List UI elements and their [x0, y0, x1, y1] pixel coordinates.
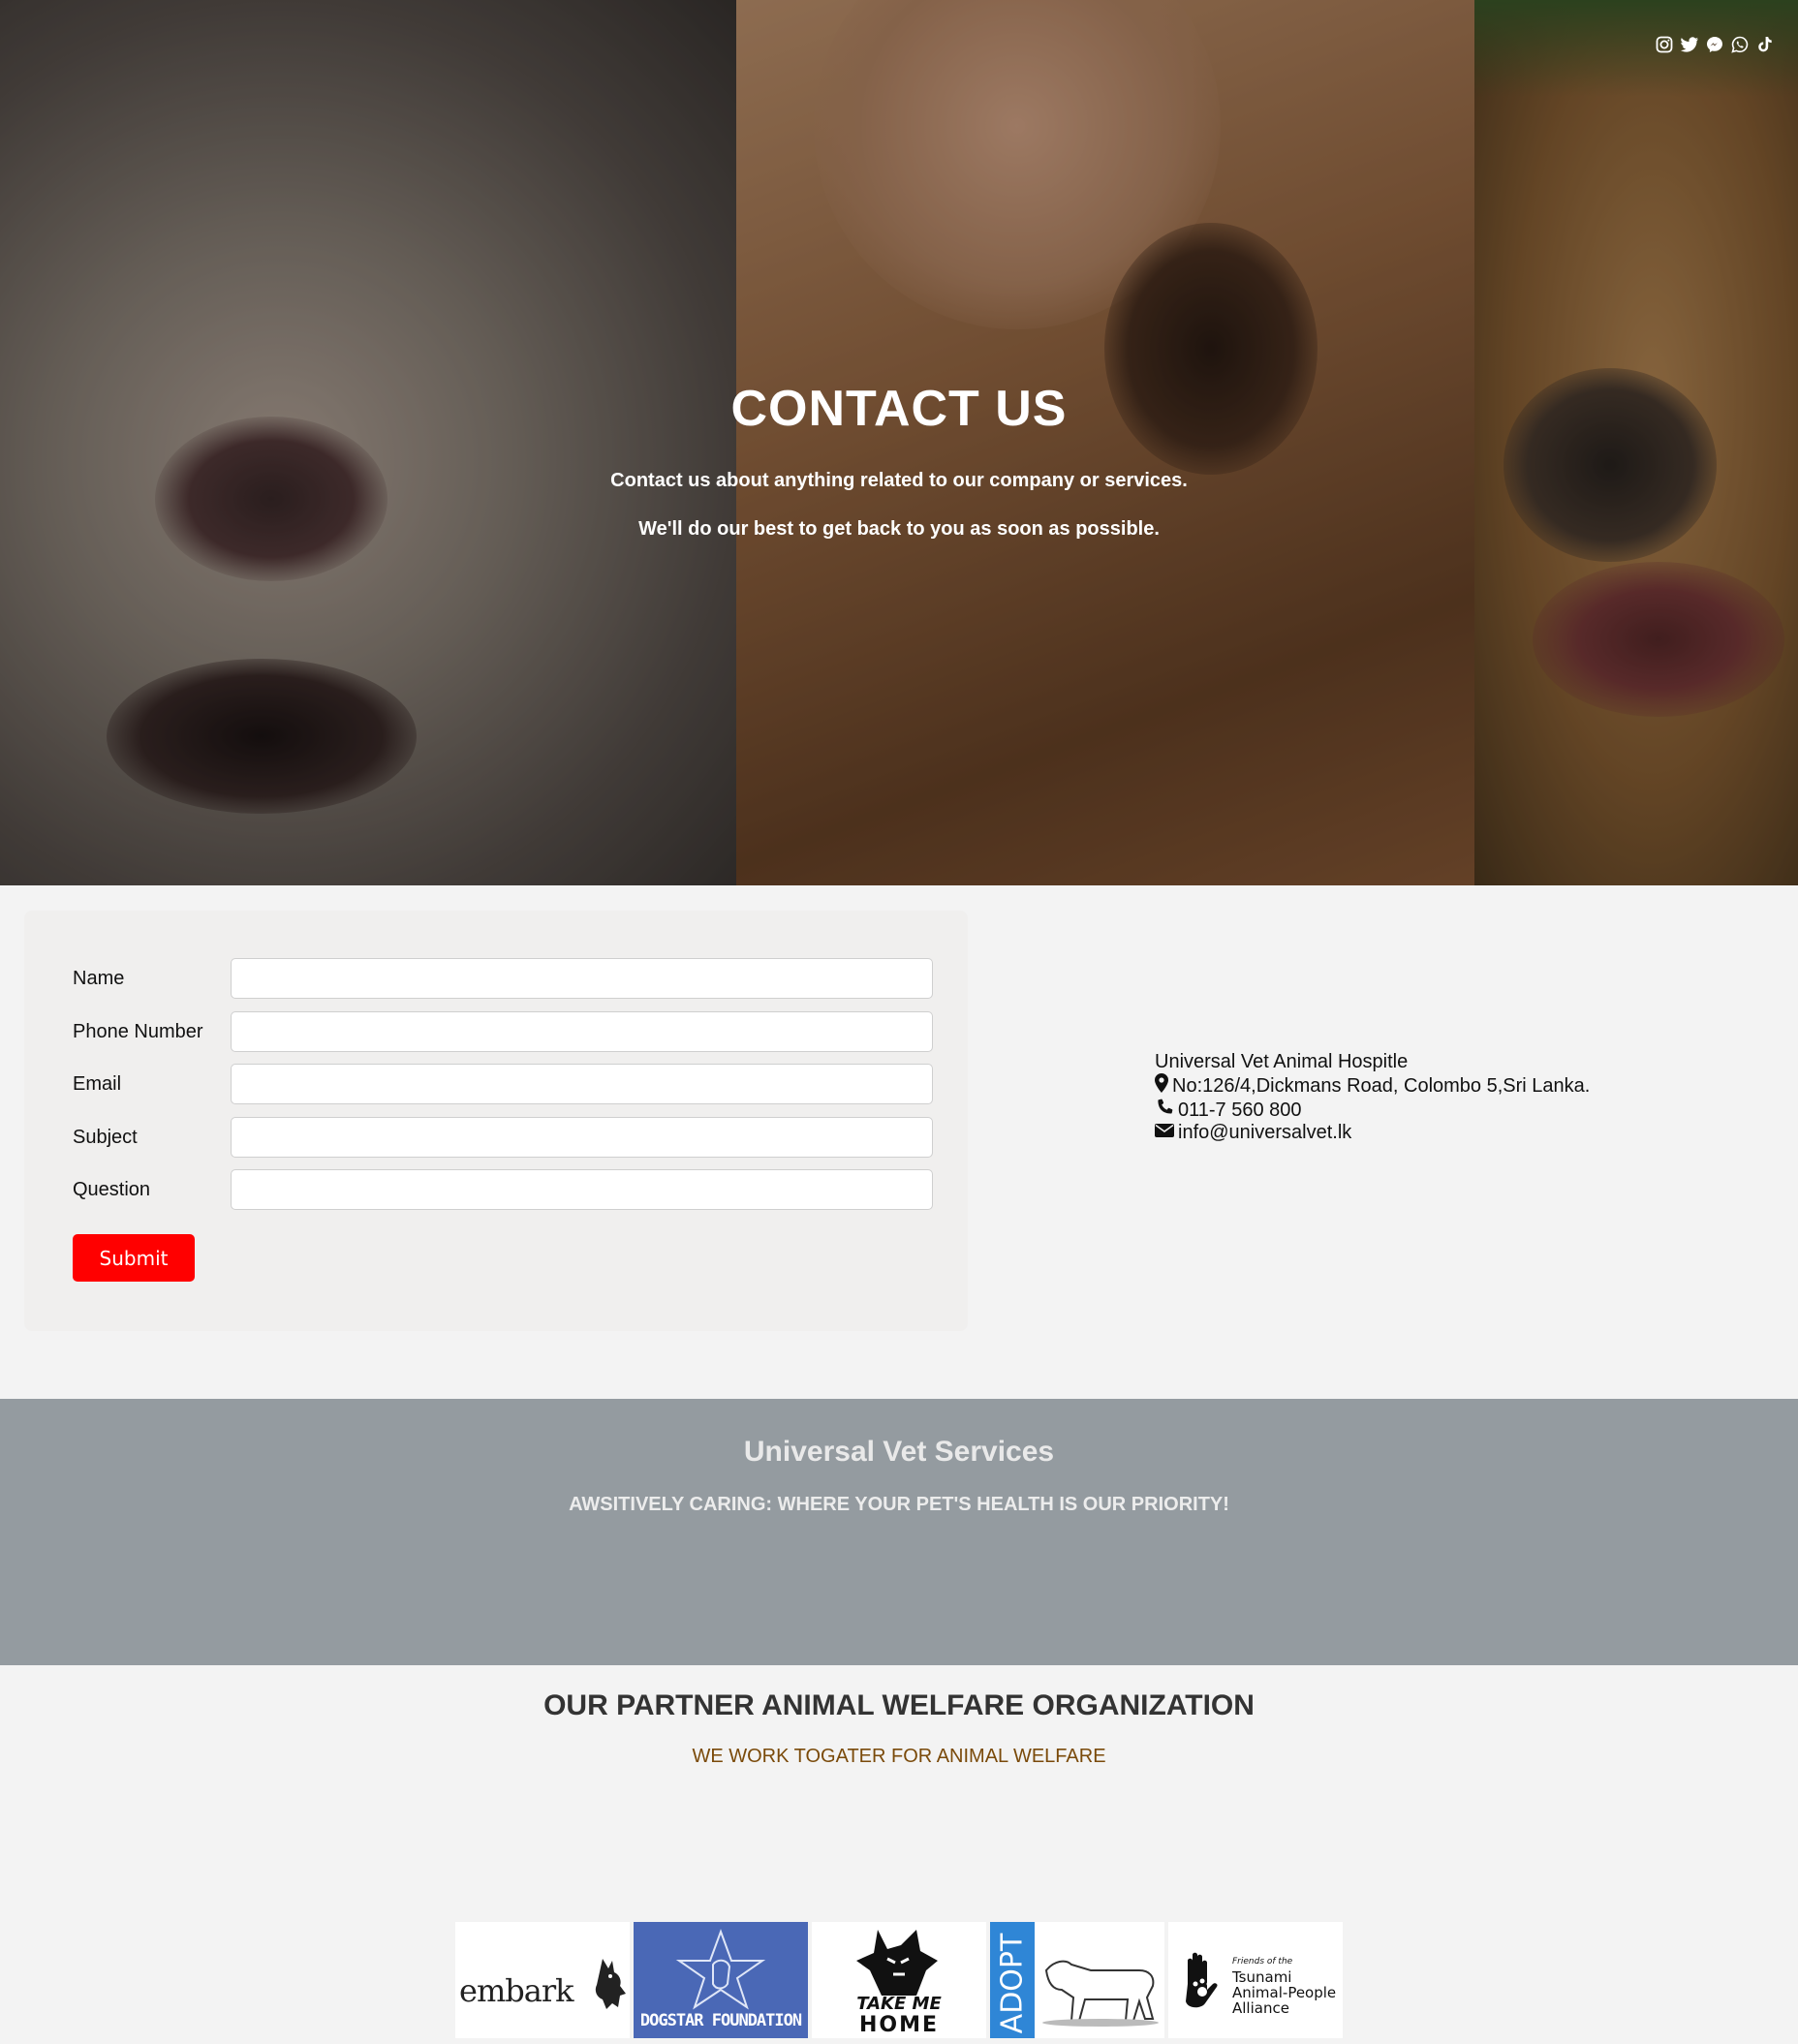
phone-text: 011-7 560 800	[1178, 1099, 1302, 1121]
email-label: Email	[73, 1073, 122, 1095]
phone-icon	[1155, 1099, 1174, 1122]
map-marker-icon	[1155, 1073, 1168, 1099]
hero-description-line-2: We'll do our best to get back to you as …	[638, 518, 1160, 540]
email-line: info@universalvet.lk	[1155, 1122, 1590, 1144]
take-me-home-dog-icon	[856, 1930, 938, 1996]
adopt-dog-icon	[1042, 1960, 1159, 2027]
services-section: Universal Vet Services AWSITIVELY CARING…	[0, 1399, 1798, 1665]
form-row-email: Email	[73, 1064, 935, 1104]
form-row-subject: Subject	[73, 1117, 935, 1158]
subject-input[interactable]	[231, 1117, 933, 1158]
partners-title: OUR PARTNER ANIMAL WELFARE ORGANIZATION	[543, 1689, 1255, 1721]
phone-line: 011-7 560 800	[1155, 1099, 1590, 1122]
adopt-banner: ADOPT	[990, 1922, 1035, 2038]
email-input[interactable]	[231, 1064, 933, 1104]
partner-logo-tsunami-alliance[interactable]: Friends of the Tsunami Animal-People All…	[1168, 1922, 1343, 2038]
phone-number-input[interactable]	[231, 1011, 933, 1052]
envelope-icon	[1155, 1122, 1174, 1144]
whatsapp-icon[interactable]	[1730, 35, 1750, 54]
contact-form: Name Phone Number Email Subject Question…	[24, 911, 968, 1331]
partner-logo-dogstar[interactable]: DOGSTAR FOUNDATION	[634, 1922, 808, 2038]
adopt-wordmark: ADOPT	[995, 1933, 1030, 2034]
messenger-icon[interactable]	[1705, 35, 1724, 54]
partner-logo-take-me-home[interactable]: TAKE ME HOME	[812, 1922, 986, 2038]
hospital-name: Universal Vet Animal Hospitle	[1155, 1051, 1409, 1072]
dogstar-wordmark: DOGSTAR FOUNDATION	[639, 2011, 802, 2030]
instagram-icon[interactable]	[1655, 35, 1674, 54]
partner-logo-embark[interactable]: embark	[455, 1922, 630, 2038]
embark-wordmark: embark	[459, 1972, 574, 2009]
hero-overlay	[0, 0, 1798, 885]
form-row-name: Name	[73, 958, 935, 999]
address-line: No:126/4,Dickmans Road, Colombo 5,Sri La…	[1155, 1073, 1590, 1099]
question-label: Question	[73, 1179, 151, 1200]
partner-logos: embark DOGSTAR FOUNDATION TAKE ME HOME A…	[455, 1922, 1343, 2038]
partners-subtitle: WE WORK TOGATER FOR ANIMAL WELFARE	[692, 1746, 1106, 1767]
hero-banner: CONTACT US Contact us about anything rel…	[0, 0, 1798, 885]
partner-logo-adopt[interactable]: ADOPT	[990, 1922, 1164, 2038]
email-text[interactable]: info@universalvet.lk	[1178, 1122, 1351, 1144]
hospital-name-line: Universal Vet Animal Hospitle	[1155, 1051, 1590, 1073]
contact-info: Universal Vet Animal Hospitle No:126/4,D…	[1155, 1051, 1590, 1144]
services-tagline: AWSITIVELY CARING: WHERE YOUR PET'S HEAL…	[569, 1494, 1229, 1515]
hand-paw-icon	[1186, 1952, 1218, 2008]
name-label: Name	[73, 968, 125, 989]
address-text: No:126/4,Dickmans Road, Colombo 5,Sri La…	[1172, 1074, 1591, 1097]
form-row-question: Question	[73, 1169, 935, 1210]
subject-label: Subject	[73, 1127, 138, 1148]
twitter-icon[interactable]	[1680, 35, 1699, 54]
tapa-line-4: Alliance	[1232, 1999, 1289, 2017]
dogstar-star-icon	[675, 1929, 766, 2010]
hero-description-line-1: Contact us about anything related to our…	[610, 470, 1188, 491]
name-input[interactable]	[231, 958, 933, 999]
take-me-home-line-2: HOME	[858, 2013, 940, 2037]
submit-button[interactable]: Submit	[73, 1234, 195, 1282]
tiktok-icon[interactable]	[1755, 35, 1775, 54]
question-input[interactable]	[231, 1169, 933, 1210]
phone-number-label: Phone Number	[73, 1021, 203, 1042]
embark-dog-icon	[595, 1959, 626, 2009]
page-title: CONTACT US	[730, 381, 1068, 437]
form-row-phone: Phone Number	[73, 1011, 935, 1052]
social-links	[1655, 35, 1775, 54]
take-me-home-line-1: TAKE ME	[856, 1994, 942, 2014]
services-title: Universal Vet Services	[743, 1436, 1055, 1468]
tapa-line-1: Friends of the	[1232, 1957, 1293, 1967]
